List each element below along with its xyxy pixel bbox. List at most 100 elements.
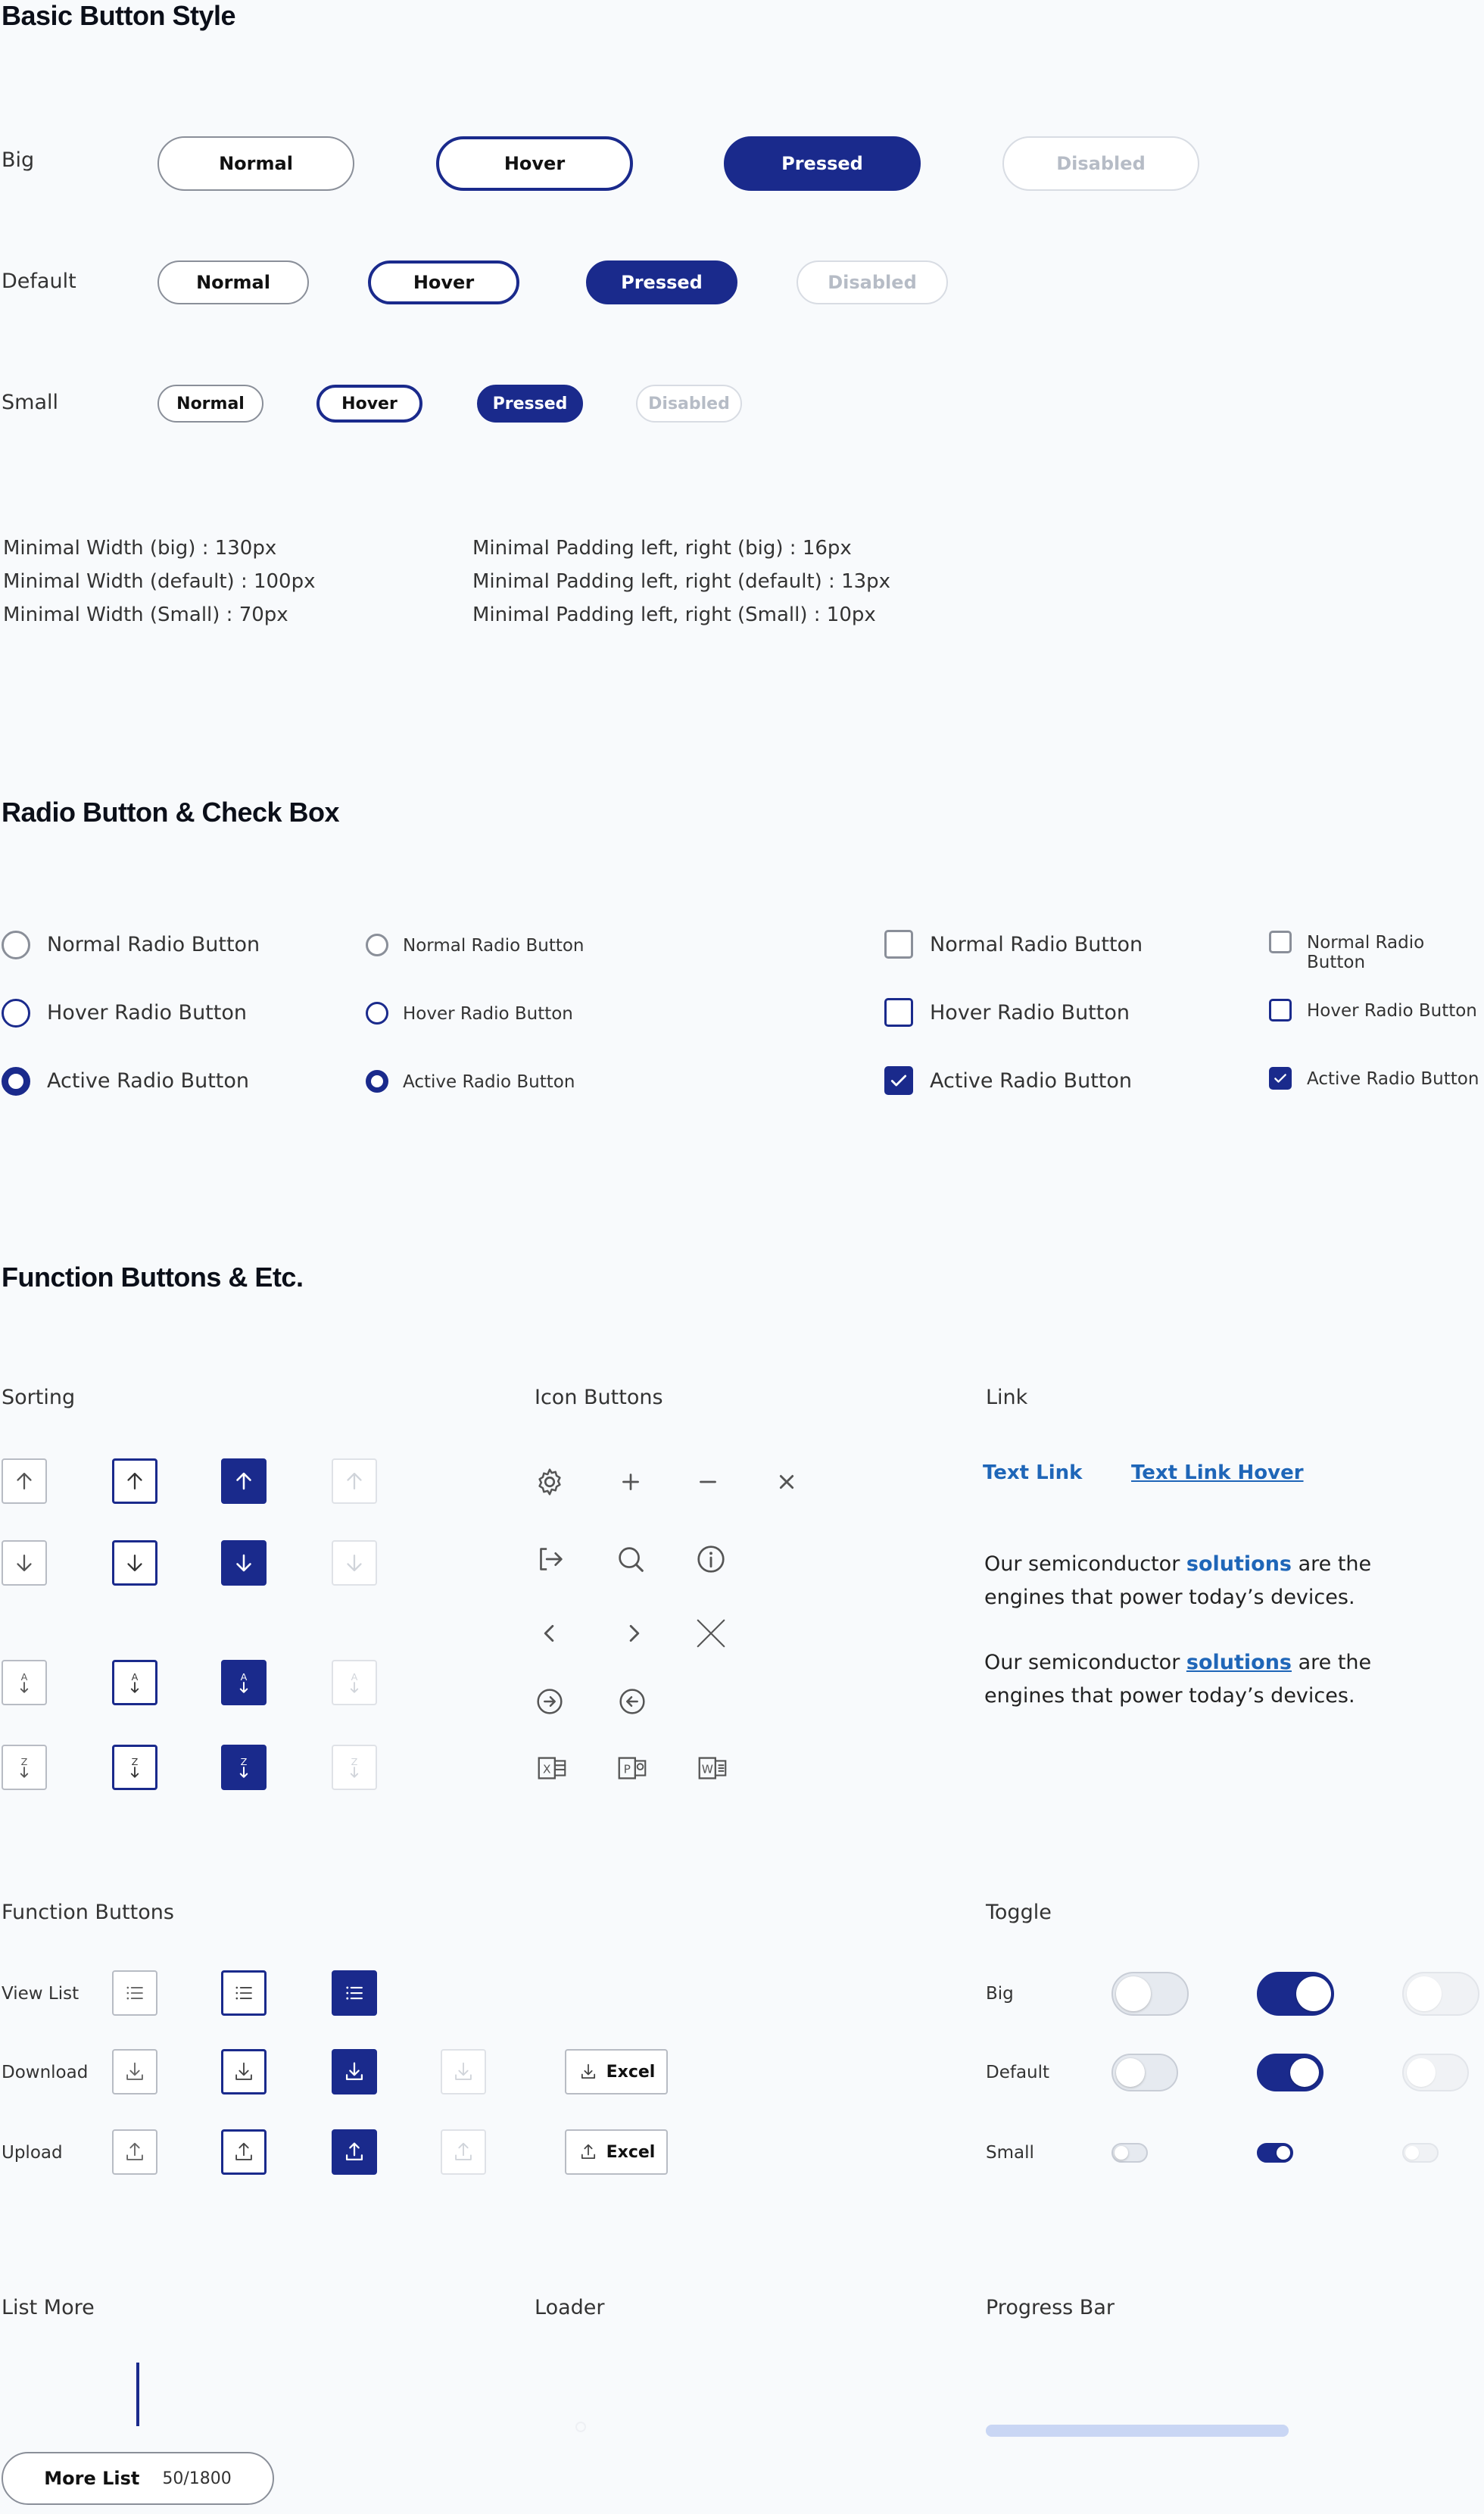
upload-icon [455,2142,472,2160]
excel-file-icon[interactable]: X [535,1751,569,1786]
sort-z-a-hover[interactable]: Z [112,1745,157,1790]
list-icon [235,1986,252,2000]
note-line: Minimal Width (default) : 100px [3,570,316,593]
download-normal[interactable] [112,2049,157,2094]
note-line: Minimal Width (Small) : 70px [3,604,288,626]
checkbox-label: Hover Radio Button [930,1001,1130,1025]
checkbox-hover-big[interactable] [884,998,913,1027]
radio-hover-big[interactable] [2,999,30,1028]
more-list-button[interactable]: More List 50/1800 [2,2452,274,2505]
para-text: Our semiconductor [984,1651,1186,1674]
excel-label: Excel [606,2062,656,2082]
more-list-label: More List [44,2468,140,2489]
default-hover-button[interactable]: Hover [368,260,519,304]
big-pressed-button[interactable]: Pressed [724,136,921,191]
row-label-default: Default [2,270,76,293]
powerpoint-file-icon[interactable]: P [615,1751,650,1786]
checkbox-active-big[interactable] [884,1066,913,1095]
close-large-icon[interactable] [694,1616,728,1651]
toggle-big-off[interactable] [1111,1972,1189,2016]
checkbox-normal-small[interactable] [1269,931,1292,953]
close-icon[interactable] [769,1464,804,1499]
small-hover-button[interactable]: Hover [316,385,422,423]
inline-link-hover[interactable]: solutions [1186,1651,1292,1674]
default-disabled-button: Disabled [797,260,948,304]
sort-a-z-pressed[interactable]: A [221,1660,267,1705]
view-list-normal[interactable] [112,1970,157,2016]
text-link-hover[interactable]: Text Link Hover [1131,1461,1304,1484]
toggle-big-on[interactable] [1257,1972,1334,2016]
toggle-default-on[interactable] [1257,2054,1323,2091]
download-hover[interactable] [221,2049,267,2094]
arrow-circle-left-icon[interactable] [615,1684,650,1719]
logout-icon[interactable] [532,1542,567,1577]
sort-desc-normal[interactable] [2,1540,47,1586]
sort-asc-hover[interactable] [112,1458,157,1504]
big-normal-button[interactable]: Normal [157,136,354,191]
arrow-down-icon [236,1554,251,1572]
checkbox-active-small[interactable] [1269,1067,1292,1090]
function-buttons-label: Function Buttons [2,1901,174,1924]
sort-a-z-normal[interactable]: A [2,1660,47,1705]
sort-desc-pressed[interactable] [221,1540,267,1586]
upload-excel-button[interactable]: Excel [565,2129,668,2175]
sort-z-a-pressed[interactable]: Z [221,1745,267,1790]
download-pressed[interactable] [332,2049,377,2094]
chevron-right-icon[interactable] [616,1616,651,1651]
arrow-circle-right-icon[interactable] [532,1684,567,1719]
upload-normal[interactable] [112,2129,157,2175]
radio-active-small[interactable] [366,1070,388,1093]
minus-icon[interactable] [691,1464,725,1499]
toggle-small-off[interactable] [1111,2143,1148,2163]
download-excel-button[interactable]: Excel [565,2049,668,2094]
upload-pressed[interactable] [332,2129,377,2175]
upload-hover[interactable] [221,2129,267,2175]
gear-icon[interactable] [532,1464,567,1499]
small-pressed-button[interactable]: Pressed [477,385,583,423]
plus-icon[interactable] [613,1464,648,1499]
radio-label: Active Radio Button [47,1069,249,1093]
svg-text:Z: Z [351,1757,358,1768]
radio-normal-big[interactable] [2,931,30,959]
toggle-knob [1115,2146,1128,2160]
small-normal-button[interactable]: Normal [157,385,263,423]
default-normal-button[interactable]: Normal [157,260,309,304]
toggle-default-off[interactable] [1111,2054,1178,2091]
view-list-pressed[interactable] [332,1970,377,2016]
word-file-icon[interactable]: W [695,1751,730,1786]
list-icon [126,1986,143,2000]
sort-asc-normal[interactable] [2,1458,47,1504]
sort-asc-pressed[interactable] [221,1458,267,1504]
excel-label: Excel [606,2142,656,2162]
info-icon[interactable] [694,1542,728,1577]
checkbox-label: Active Radio Button [1307,1069,1479,1089]
radio-normal-small[interactable] [366,934,388,956]
checkbox-hover-small[interactable] [1269,999,1292,1022]
sort-desc-hover[interactable] [112,1540,157,1586]
sorting-label: Sorting [2,1386,76,1409]
inline-link[interactable]: solutions [1186,1552,1292,1576]
arrow-up-icon [347,1472,362,1490]
upload-icon [235,2142,252,2160]
arrow-up-icon [17,1472,32,1490]
toggle-knob [1277,2146,1290,2160]
big-hover-button[interactable]: Hover [436,136,633,191]
default-pressed-button[interactable]: Pressed [586,260,737,304]
sort-a-z-hover[interactable]: A [112,1660,157,1705]
sort-z-a-disabled: Z [332,1745,377,1790]
checkbox-normal-big[interactable] [884,930,913,959]
view-list-hover[interactable] [221,1970,267,2016]
toggle-small-on[interactable] [1257,2143,1293,2163]
sort-z-a-normal[interactable]: Z [2,1745,47,1790]
toggle-knob [1296,1976,1331,2011]
notes-min-padding: Minimal Padding left, right (big) : 16px… [472,532,890,632]
chevron-left-icon[interactable] [532,1616,567,1651]
check-icon [890,1075,907,1087]
note-line: Minimal Padding left, right (default) : … [472,570,891,593]
upload-icon [126,2142,143,2160]
sort-a-icon: A [20,1672,29,1693]
radio-active-big[interactable] [2,1067,30,1096]
radio-hover-small[interactable] [366,1002,388,1025]
search-icon[interactable] [613,1542,648,1577]
text-link[interactable]: Text Link [983,1461,1082,1484]
